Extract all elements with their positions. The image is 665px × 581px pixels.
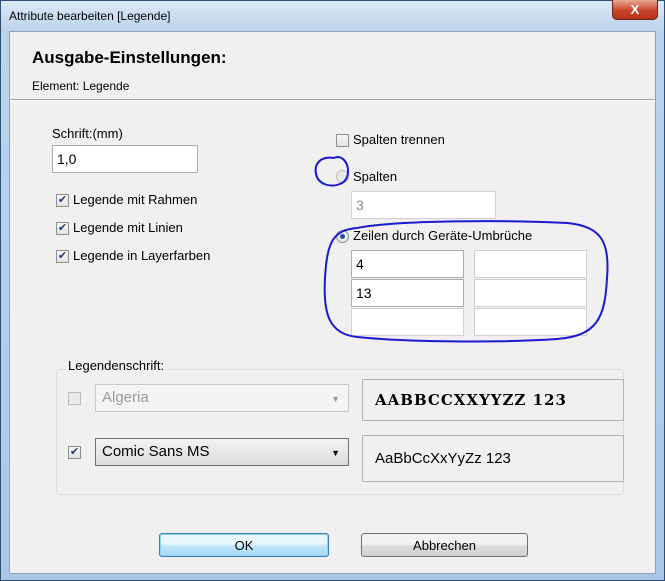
frame-checkbox[interactable]: ✔ <box>56 194 69 207</box>
secondary-font-preview-text: AaBbCcXxYyZz 123 <box>375 450 511 467</box>
primary-font-preview: AABBCCXXYYZZ 123 <box>362 379 624 421</box>
rows-radio[interactable] <box>336 230 349 243</box>
font-size-label: Schrift:(mm) <box>52 126 123 141</box>
annotation-circle-columns <box>314 156 350 187</box>
chevron-down-icon: ▼ <box>331 448 340 458</box>
columns-radio-label: Spalten <box>353 169 398 184</box>
element-label: Element: Legende <box>32 79 130 93</box>
chevron-down-icon: ▼ <box>331 394 340 404</box>
row-break-input-2[interactable] <box>474 250 587 278</box>
close-button[interactable]: X <box>612 0 658 20</box>
secondary-font-preview: AaBbCcXxYyZz 123 <box>362 435 624 482</box>
columns-radio[interactable] <box>336 170 349 183</box>
row-break-input-4[interactable] <box>474 279 587 307</box>
ok-button[interactable]: OK <box>159 533 329 557</box>
window-title: Attribute bearbeiten [Legende] <box>9 9 171 23</box>
secondary-font-select-value: Comic Sans MS <box>102 443 210 460</box>
primary-font-select-value: Algeria <box>102 389 149 406</box>
split-columns-label: Spalten trennen <box>353 132 445 147</box>
lines-checkbox[interactable]: ✔ <box>56 222 69 235</box>
primary-font-preview-text: AABBCCXXYYZZ 123 <box>375 391 567 409</box>
layer-colors-checkbox-label: Legende in Layerfarben <box>73 248 211 263</box>
font-size-input[interactable]: 1,0 <box>52 145 198 173</box>
row-break-input-1[interactable]: 4 <box>351 250 464 278</box>
primary-font-select[interactable]: Algeria ▼ <box>95 384 349 412</box>
lines-checkbox-label: Legende mit Linien <box>73 220 183 235</box>
legend-font-group-label: Legendenschrift: <box>66 358 167 373</box>
secondary-font-checkbox[interactable]: ✔ <box>68 446 81 459</box>
rows-radio-label: Zeilen durch Geräte-Umbrüche <box>353 228 533 243</box>
row-break-input-6[interactable] <box>474 308 587 336</box>
dialog-window: Attribute bearbeiten [Legende] X Ausgabe… <box>0 0 665 581</box>
primary-font-checkbox[interactable] <box>68 392 81 405</box>
frame-checkbox-label: Legende mit Rahmen <box>73 192 198 207</box>
secondary-font-select[interactable]: Comic Sans MS ▼ <box>95 438 349 466</box>
title-bar[interactable]: Attribute bearbeiten [Legende] X <box>1 0 664 31</box>
columns-input[interactable]: 3 <box>351 191 496 219</box>
layer-colors-checkbox[interactable]: ✔ <box>56 250 69 263</box>
cancel-button[interactable]: Abbrechen <box>361 533 528 557</box>
page-title: Ausgabe-Einstellungen: <box>32 48 227 67</box>
dialog-body: Ausgabe-Einstellungen: Element: Legende … <box>9 31 656 574</box>
close-icon: X <box>630 2 640 17</box>
row-break-input-3[interactable]: 13 <box>351 279 464 307</box>
divider <box>10 99 655 101</box>
row-break-input-5[interactable] <box>351 308 464 336</box>
split-columns-checkbox[interactable] <box>336 134 349 147</box>
